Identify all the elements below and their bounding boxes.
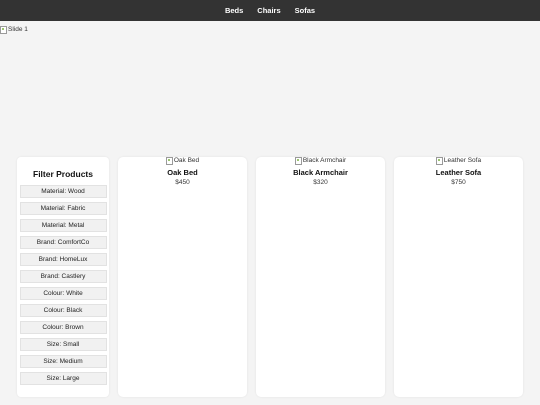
product-price: $450 <box>175 178 190 186</box>
product-image: Oak Bed <box>165 156 200 165</box>
product-name: Leather Sofa <box>435 168 482 177</box>
broken-image-icon <box>294 157 302 165</box>
product-image: Black Armchair <box>294 156 347 165</box>
product-card-black-armchair[interactable]: Black Armchair Black Armchair $320 <box>256 157 385 397</box>
product-name: Oak Bed <box>167 168 198 177</box>
nav-link-chairs[interactable]: Chairs <box>257 7 280 15</box>
filter-size-small[interactable]: Size: Small <box>19 338 107 351</box>
filter-brand-homelux[interactable]: Brand: HomeLux <box>19 253 107 266</box>
product-image-alt: Black Armchair <box>302 156 347 164</box>
filter-material-fabric[interactable]: Material: Fabric <box>19 202 107 215</box>
nav-link-sofas[interactable]: Sofas <box>295 7 315 15</box>
hero-slider: Slide 1 <box>0 21 540 141</box>
filter-colour-white[interactable]: Colour: White <box>19 287 107 300</box>
broken-image-icon <box>435 157 443 165</box>
filter-brand-comfortco[interactable]: Brand: ComfortCo <box>19 236 107 249</box>
filter-brand-castlery[interactable]: Brand: Castlery <box>19 270 107 283</box>
filter-list: Material: Wood Material: Fabric Material… <box>17 185 109 385</box>
broken-image-icon <box>0 26 7 34</box>
filter-title: Filter Products <box>33 169 93 179</box>
filter-sidebar: Filter Products Material: Wood Material:… <box>17 157 109 397</box>
filter-size-large[interactable]: Size: Large <box>19 372 107 385</box>
product-image-alt: Leather Sofa <box>443 156 482 164</box>
product-card-oak-bed[interactable]: Oak Bed Oak Bed $450 <box>118 157 247 397</box>
broken-image-icon <box>165 157 173 165</box>
filter-colour-brown[interactable]: Colour: Brown <box>19 321 107 334</box>
slide-image-alt: Slide 1 <box>8 25 28 33</box>
nav-link-beds[interactable]: Beds <box>225 7 243 15</box>
product-image-alt: Oak Bed <box>173 156 200 164</box>
filter-colour-black[interactable]: Colour: Black <box>19 304 107 317</box>
filter-size-medium[interactable]: Size: Medium <box>19 355 107 368</box>
slide-image: Slide 1 <box>0 26 28 34</box>
product-price: $750 <box>451 178 466 186</box>
top-navigation: Beds Chairs Sofas <box>0 0 540 21</box>
product-price: $320 <box>313 178 328 186</box>
product-card-leather-sofa[interactable]: Leather Sofa Leather Sofa $750 <box>394 157 523 397</box>
product-name: Black Armchair <box>293 168 348 177</box>
product-image: Leather Sofa <box>435 156 482 165</box>
filter-material-metal[interactable]: Material: Metal <box>19 219 107 232</box>
filter-material-wood[interactable]: Material: Wood <box>19 185 107 198</box>
